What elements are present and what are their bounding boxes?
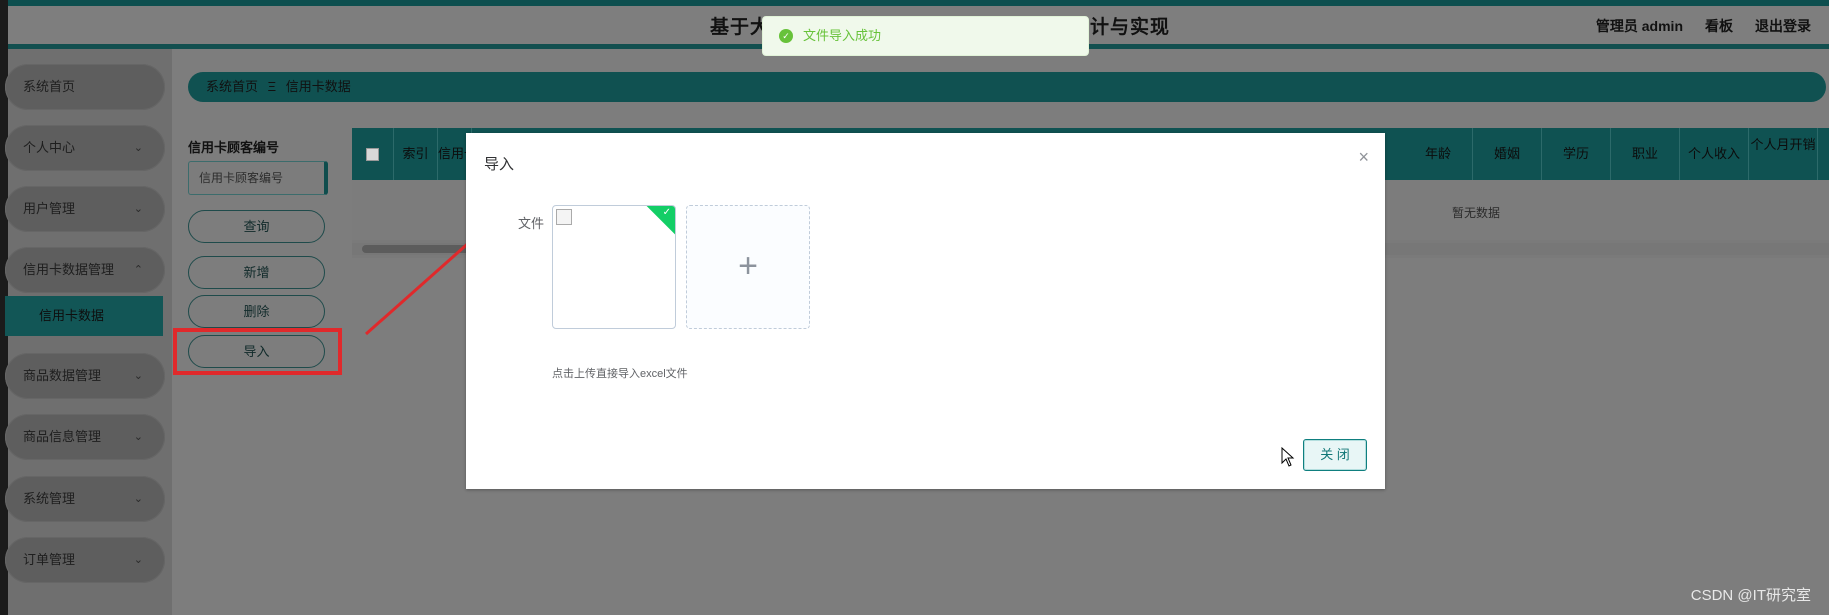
sidebar-item-user-management[interactable]: 用户管理 ⌄ [5,186,165,232]
chevron-down-icon: ⌄ [133,142,143,154]
sidebar-item-label: 信用卡数据管理 [23,262,115,277]
sidebar-item-label: 商品信息管理 [23,429,102,444]
success-toast: ✓ 文件导入成功 [762,16,1089,56]
sidebar-item-order-management[interactable]: 订单管理 ⌄ [5,537,165,583]
column-header: 年龄 [1404,128,1473,180]
select-all-checkbox[interactable] [352,128,394,180]
sidebar-item-system-management[interactable]: 系统管理 ⌄ [5,476,165,522]
user-label: 管理员 admin [1595,18,1683,34]
search-input[interactable] [188,161,328,195]
chevron-down-icon: ⌄ [133,370,143,382]
success-check-icon: ✓ [779,29,793,43]
check-icon: ✓ [662,207,671,218]
upload-add-button[interactable]: + [686,205,810,329]
app-title-left: 基于大 [710,17,771,38]
upload-tip: 点击上传直接导入excel文件 [552,368,688,380]
search-label: 信用卡顾客编号 [188,140,280,155]
sidebar-item-home[interactable]: 系统首页 [5,64,165,110]
sidebar-item-label: 信用卡数据 [39,308,105,323]
sidebar-item-credit-card-data[interactable]: 信用卡数据 [5,296,163,336]
sidebar-item-label: 用户管理 [23,201,76,216]
sidebar-item-label: 系统管理 [23,491,76,506]
column-header: 索引 [394,128,438,180]
dialog-title: 导入 [484,156,515,173]
empty-text: 暂无数据 [1452,206,1501,220]
sidebar-item-label: 订单管理 [23,552,76,567]
sidebar-item-product-data-management[interactable]: 商品数据管理 ⌄ [5,353,165,399]
column-header: 学历 [1542,128,1611,180]
checkbox-icon [366,148,379,162]
column-header: 个人月开销 [1749,128,1818,180]
app-title-right: 计与实现 [1090,17,1171,38]
sidebar-item-label: 商品数据管理 [23,368,102,383]
app-title: 基于大 计与实现 [710,12,1169,39]
chevron-down-icon: ⌄ [133,493,143,505]
delete-button[interactable]: 删除 [188,295,325,328]
watermark: CSDN @IT研究室 [1690,587,1811,604]
sidebar-item-label: 个人中心 [23,140,76,155]
breadcrumb-separator-icon: Ξ [267,79,277,94]
close-icon[interactable]: × [1358,147,1369,168]
sidebar-item-personal-center[interactable]: 个人中心 ⌄ [5,125,165,171]
sidebar-item-label: 系统首页 [23,79,76,94]
breadcrumb-home[interactable]: 系统首页 [206,79,258,94]
board-link[interactable]: 看板 [1705,16,1733,36]
header-actions: 管理员 admin 看板 退出登录 [1596,16,1811,36]
breadcrumb-current: 信用卡数据 [285,79,351,94]
breadcrumb: 系统首页 Ξ 信用卡数据 [188,72,1826,102]
column-header: 个人收入 [1680,128,1749,180]
toast-message: 文件导入成功 [803,28,882,43]
logout-link[interactable]: 退出登录 [1755,16,1811,36]
annotation-highlight-box [173,328,342,375]
chevron-down-icon: ⌄ [133,431,143,443]
uploaded-file-card[interactable]: ✓ [552,205,676,329]
chevron-down-icon: ⌄ [133,203,143,215]
column-header: 婚姻 [1473,128,1542,180]
sidebar-item-product-info-management[interactable]: 商品信息管理 ⌄ [5,414,165,460]
file-field-label: 文件 [518,216,545,231]
import-dialog: 导入 × 文件 ✓ + 点击上传直接导入excel文件 关 闭 [466,133,1385,489]
column-header: 职业 [1611,128,1680,180]
dialog-close-button[interactable]: 关 闭 [1303,439,1367,471]
add-button[interactable]: 新增 [188,256,325,289]
mouse-cursor-icon [1281,447,1295,467]
chevron-down-icon: ⌄ [133,554,143,566]
sidebar-item-credit-card-management[interactable]: 信用卡数据管理 ⌃ [5,247,165,293]
chevron-up-icon: ⌃ [133,264,143,276]
plus-icon: + [738,247,758,285]
query-button[interactable]: 查询 [188,210,325,243]
success-corner-badge [644,206,675,237]
broken-image-icon [556,209,572,225]
